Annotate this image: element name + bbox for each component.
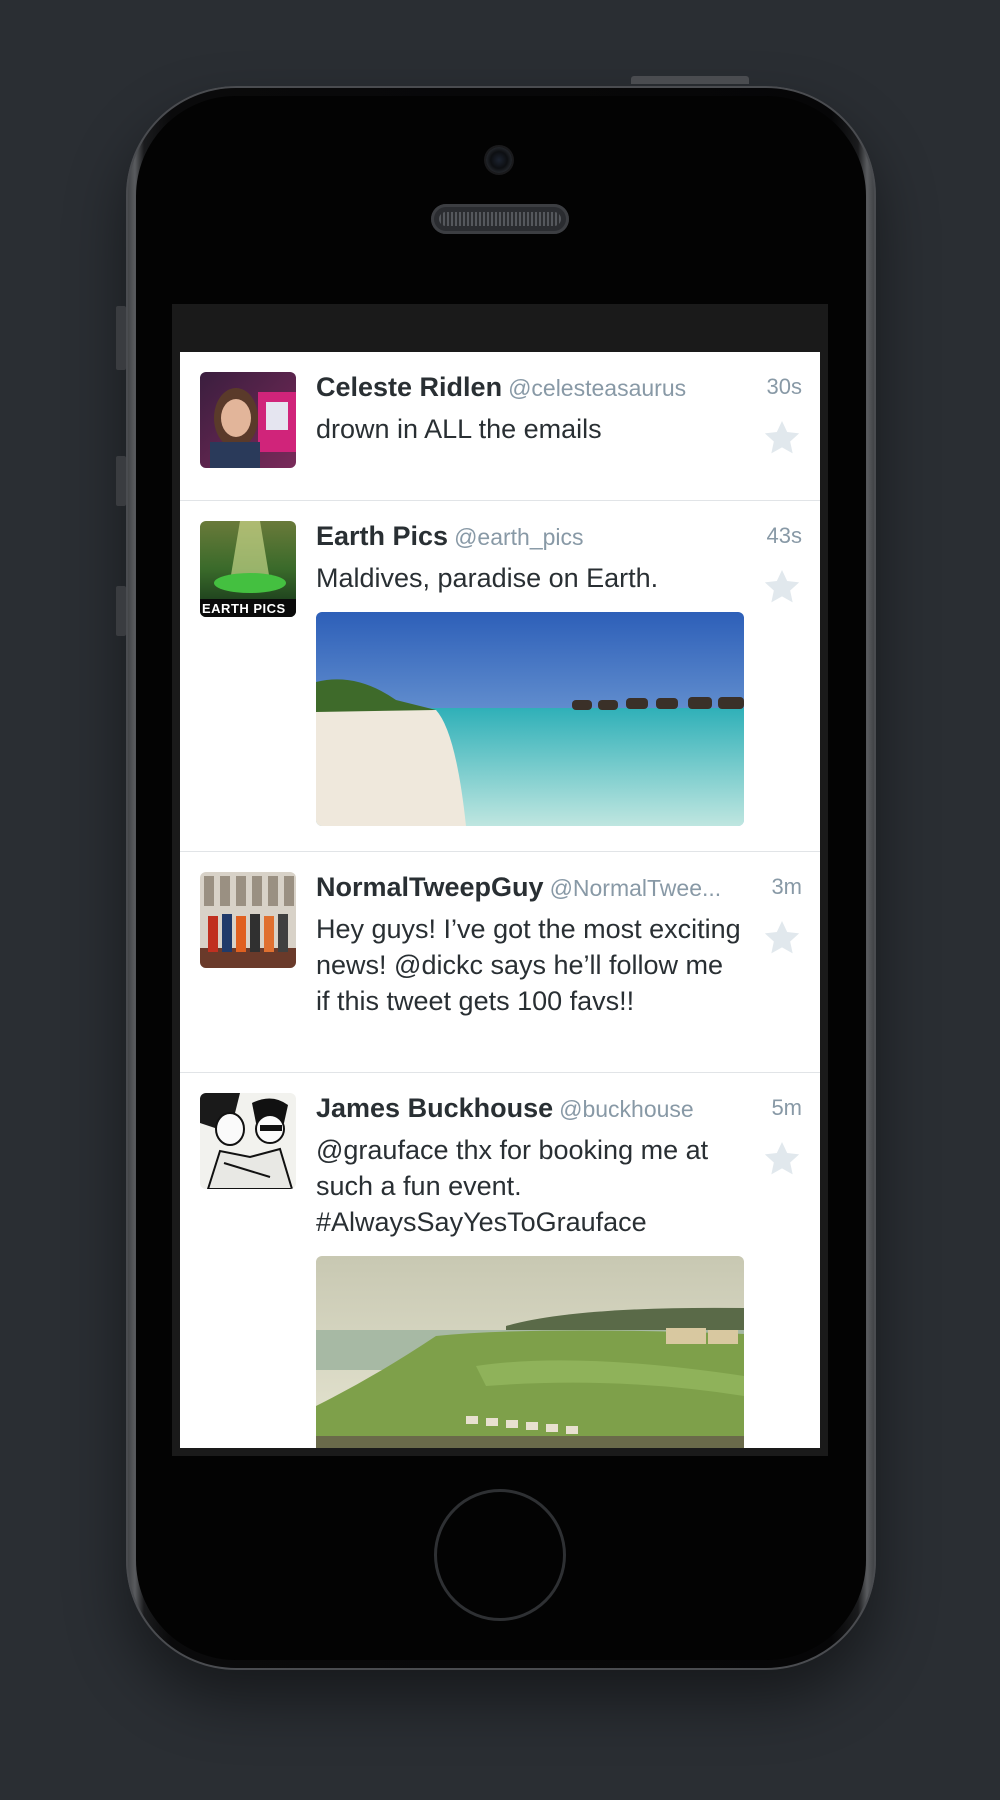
tweet-author-name[interactable]: Earth Pics <box>316 521 448 551</box>
avatar-label: EARTH PICS <box>202 601 286 616</box>
avatar[interactable] <box>200 872 296 968</box>
tweet-author-name[interactable]: NormalTweepGuy <box>316 872 544 902</box>
tweet[interactable]: EARTH PICS Earth Pics @earth_pics Maldive… <box>180 501 820 852</box>
tweet-timestamp: 30s <box>766 374 802 399</box>
mute-switch <box>116 306 126 370</box>
avatar[interactable] <box>200 372 296 468</box>
tweet-text: @grauface thx for booking me at such a f… <box>316 1135 709 1237</box>
star-icon[interactable] <box>762 1139 802 1179</box>
tweet-text: Hey guys! I’ve got the most exciting new… <box>316 914 741 1016</box>
earpiece-speaker <box>431 204 569 234</box>
tweet-author-handle[interactable]: @buckhouse <box>559 1096 694 1122</box>
tweet-photo[interactable] <box>316 612 744 826</box>
avatar[interactable]: EARTH PICS <box>200 521 296 617</box>
tweet-timestamp: 5m <box>771 1095 802 1120</box>
timeline[interactable]: Celeste Ridlen @celesteasaurus drown in A… <box>180 352 820 1448</box>
tweet-timestamp: 3m <box>771 874 802 899</box>
home-button[interactable] <box>434 1489 566 1621</box>
front-camera <box>486 147 512 173</box>
tweet-author-handle[interactable]: @celesteasaurus <box>508 375 686 401</box>
tweet-author-handle[interactable]: @earth_pics <box>454 524 583 550</box>
tweet-timestamp: 43s <box>766 523 802 548</box>
tweet[interactable]: Celeste Ridlen @celesteasaurus drown in A… <box>180 352 820 501</box>
tweet-author-name[interactable]: Celeste Ridlen <box>316 372 502 402</box>
power-button <box>631 76 749 84</box>
tweet-text: Maldives, paradise on Earth. <box>316 563 659 593</box>
volume-up-button <box>116 456 126 506</box>
tweet-text: drown in ALL the emails <box>316 414 602 444</box>
tweet[interactable]: James Buckhouse @buckhouse @grauface thx … <box>180 1073 820 1448</box>
star-icon[interactable] <box>762 567 802 607</box>
tweet[interactable]: NormalTweepGuy @NormalTwee... Hey guys! I… <box>180 852 820 1073</box>
tweet-author-name[interactable]: James Buckhouse <box>316 1093 553 1123</box>
tweet-author-handle[interactable]: @NormalTwee... <box>550 875 722 901</box>
volume-down-button <box>116 586 126 636</box>
tweet-photo[interactable] <box>316 1256 744 1448</box>
star-icon[interactable] <box>762 918 802 958</box>
avatar[interactable] <box>200 1093 296 1189</box>
star-icon[interactable] <box>762 418 802 458</box>
